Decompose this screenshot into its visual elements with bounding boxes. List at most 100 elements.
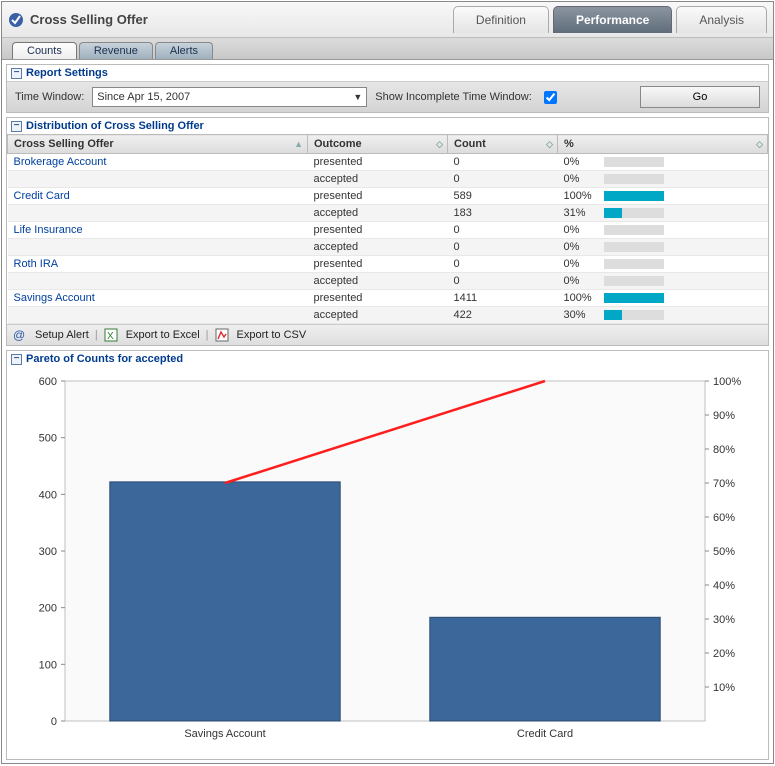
outcome-cell: presented: [308, 188, 448, 205]
table-row: Savings Account presented1411100%: [8, 290, 768, 307]
count-cell: 0: [448, 256, 558, 273]
time-window-label: Time Window:: [15, 91, 84, 103]
svg-text:40%: 40%: [713, 580, 735, 592]
show-incomplete-label: Show Incomplete Time Window:: [375, 91, 532, 103]
pct-cell: 0%: [558, 154, 768, 171]
sort-asc-icon: ▲: [294, 139, 303, 149]
pct-cell: 0%: [558, 256, 768, 273]
svg-text:Credit Card: Credit Card: [517, 728, 573, 740]
sub-tab-counts[interactable]: Counts: [12, 42, 77, 59]
pct-cell: 0%: [558, 171, 768, 188]
count-cell: 0: [448, 154, 558, 171]
svg-text:30%: 30%: [713, 614, 735, 626]
count-cell: 0: [448, 239, 558, 256]
table-row: accepted00%: [8, 273, 768, 290]
count-cell: 0: [448, 171, 558, 188]
table-toolbar: @ Setup Alert | X Export to Excel | Expo…: [7, 324, 768, 345]
table-row: Brokerage Account presented00%: [8, 154, 768, 171]
pct-cell: 100%: [558, 290, 768, 307]
count-cell: 0: [448, 222, 558, 239]
outcome-cell: accepted: [308, 239, 448, 256]
csv-icon: [215, 328, 229, 342]
pct-cell: 0%: [558, 222, 768, 239]
collapse-icon[interactable]: −: [11, 354, 22, 365]
sort-indicator-icon: ◇: [436, 139, 443, 150]
sub-tab-alerts[interactable]: Alerts: [155, 42, 213, 59]
count-cell: 422: [448, 307, 558, 324]
outcome-cell: accepted: [308, 307, 448, 324]
svg-text:50%: 50%: [713, 546, 735, 558]
show-incomplete-checkbox[interactable]: [544, 91, 557, 104]
svg-text:200: 200: [39, 603, 57, 615]
col-offer[interactable]: Cross Selling Offer ▲: [8, 135, 308, 154]
svg-text:60%: 60%: [713, 512, 735, 524]
table-row: Life Insurance presented00%: [8, 222, 768, 239]
collapse-icon[interactable]: −: [11, 121, 22, 132]
svg-text:600: 600: [39, 376, 57, 388]
table-row: Credit Cardpresented589100%: [8, 188, 768, 205]
outcome-cell: accepted: [308, 205, 448, 222]
offer-link[interactable]: Savings Account: [14, 292, 95, 304]
table-row: accepted00%: [8, 239, 768, 256]
alert-icon: @: [13, 328, 27, 342]
main-tab-performance[interactable]: Performance: [553, 6, 672, 33]
go-button[interactable]: Go: [640, 86, 760, 108]
count-cell: 589: [448, 188, 558, 205]
outcome-cell: presented: [308, 256, 448, 273]
report-settings-header: Report Settings: [26, 67, 108, 79]
sub-tab-revenue[interactable]: Revenue: [79, 42, 153, 59]
pareto-chart: 010020030040050060010%20%30%40%50%60%70%…: [7, 367, 770, 759]
distribution-section: − Distribution of Cross Selling Offer Cr…: [6, 117, 769, 346]
svg-text:400: 400: [39, 489, 57, 501]
sort-indicator-icon: ◇: [546, 139, 553, 150]
count-cell: 0: [448, 273, 558, 290]
time-window-value: Since Apr 15, 2007: [97, 91, 190, 103]
table-row: accepted18331%: [8, 205, 768, 222]
offer-link[interactable]: Life Insurance: [14, 224, 83, 236]
offer-link[interactable]: Roth IRA: [14, 258, 59, 270]
svg-text:300: 300: [39, 546, 57, 558]
setup-alert-link[interactable]: Setup Alert: [35, 329, 89, 341]
col-count[interactable]: Count ◇: [448, 135, 558, 154]
svg-text:X: X: [107, 331, 114, 342]
table-row: Roth IRA presented00%: [8, 256, 768, 273]
main-tab-analysis[interactable]: Analysis: [676, 6, 767, 33]
main-tab-definition[interactable]: Definition: [453, 6, 549, 33]
count-cell: 1411: [448, 290, 558, 307]
collapse-icon[interactable]: −: [11, 68, 22, 79]
col-pct[interactable]: % ◇: [558, 135, 768, 154]
outcome-cell: accepted: [308, 273, 448, 290]
pct-cell: 0%: [558, 239, 768, 256]
table-row: accepted00%: [8, 171, 768, 188]
pct-cell: 0%: [558, 273, 768, 290]
distribution-header: Distribution of Cross Selling Offer: [26, 120, 204, 132]
offer-link[interactable]: Brokerage Account: [14, 156, 107, 168]
pct-cell: 30%: [558, 307, 768, 324]
export-excel-link[interactable]: Export to Excel: [126, 329, 200, 341]
svg-text:100: 100: [39, 659, 57, 671]
col-outcome[interactable]: Outcome ◇: [308, 135, 448, 154]
svg-text:20%: 20%: [713, 648, 735, 660]
count-cell: 183: [448, 205, 558, 222]
svg-text:70%: 70%: [713, 478, 735, 490]
report-settings-section: − Report Settings Time Window: Since Apr…: [6, 64, 769, 113]
sort-indicator-icon: ◇: [756, 139, 763, 150]
page-title: Cross Selling Offer: [30, 12, 148, 27]
pareto-header: Pareto of Counts for accepted: [26, 353, 183, 365]
svg-text:100%: 100%: [713, 376, 741, 388]
outcome-cell: presented: [308, 290, 448, 307]
chevron-down-icon: ▼: [353, 92, 362, 102]
distribution-table: Cross Selling Offer ▲ Outcome ◇ Count ◇ …: [7, 134, 768, 324]
outcome-cell: accepted: [308, 171, 448, 188]
app-icon: [8, 12, 24, 28]
table-row: accepted42230%: [8, 307, 768, 324]
outcome-cell: presented: [308, 222, 448, 239]
outcome-cell: presented: [308, 154, 448, 171]
pct-cell: 31%: [558, 205, 768, 222]
svg-text:@: @: [13, 328, 25, 342]
export-csv-link[interactable]: Export to CSV: [237, 329, 307, 341]
offer-link[interactable]: Credit Card: [14, 190, 70, 202]
time-window-select[interactable]: Since Apr 15, 2007 ▼: [92, 87, 367, 107]
svg-text:80%: 80%: [713, 444, 735, 456]
svg-text:0: 0: [51, 716, 57, 728]
